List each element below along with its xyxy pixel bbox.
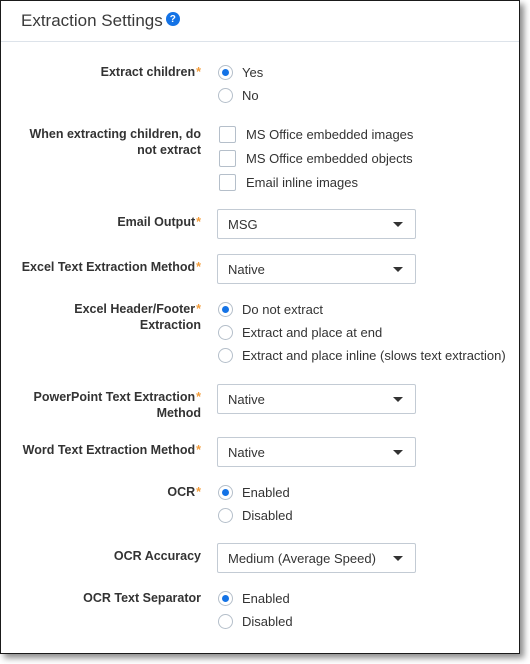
ocr-label: OCR* xyxy=(167,485,201,499)
email-output-select[interactable]: MSG xyxy=(217,209,416,239)
required-marker: * xyxy=(196,443,201,457)
required-marker: * xyxy=(196,302,201,316)
caret-down-icon xyxy=(393,450,403,455)
ocr-separator-enabled-radio[interactable]: Enabled xyxy=(218,589,290,607)
required-marker: * xyxy=(196,390,201,404)
word-method-select[interactable]: Native xyxy=(217,437,416,467)
ocr-accuracy-select[interactable]: Medium (Average Speed) xyxy=(217,543,416,573)
email-output-label: Email Output* xyxy=(117,215,201,229)
radio-checked-icon[interactable] xyxy=(218,64,233,80)
radio-checked-icon[interactable] xyxy=(218,484,233,500)
caret-down-icon xyxy=(393,397,403,402)
checkbox-icon[interactable] xyxy=(219,173,236,191)
radio-unchecked-icon[interactable] xyxy=(218,324,233,340)
ocr-disabled-radio[interactable]: Disabled xyxy=(218,506,293,524)
caret-down-icon xyxy=(393,556,403,561)
ocr-text-separator-label: OCR Text Separator xyxy=(83,591,201,605)
word-method-label: Word Text Extraction Method* xyxy=(22,443,201,457)
extract-place-inline-radio[interactable]: Extract and place inline (slows text ext… xyxy=(218,346,506,364)
required-marker: * xyxy=(196,485,201,499)
caret-down-icon xyxy=(393,222,403,227)
required-marker: * xyxy=(196,215,201,229)
radio-unchecked-icon[interactable] xyxy=(218,347,233,363)
do-not-extract-label: When extracting children, do not extract xyxy=(29,127,201,157)
radio-checked-icon[interactable] xyxy=(218,301,233,317)
ocr-separator-disabled-radio[interactable]: Disabled xyxy=(218,612,293,630)
extraction-settings-panel: Extraction Settings ? Extract children* … xyxy=(0,0,520,654)
do-not-extract-radio[interactable]: Do not extract xyxy=(218,300,323,318)
radio-unchecked-icon[interactable] xyxy=(218,87,233,103)
excel-header-footer-label: Excel Header/Footer* Extraction xyxy=(74,302,201,332)
powerpoint-method-label: PowerPoint Text Extraction* Method xyxy=(33,390,201,420)
radio-unchecked-icon[interactable] xyxy=(218,613,233,629)
ocr-enabled-radio[interactable]: Enabled xyxy=(218,483,290,501)
extract-place-at-end-radio[interactable]: Extract and place at end xyxy=(218,323,382,341)
powerpoint-method-select[interactable]: Native xyxy=(217,384,416,414)
page-title: Extraction Settings xyxy=(21,11,163,30)
caret-down-icon xyxy=(393,267,403,272)
extract-children-yes-radio[interactable]: Yes xyxy=(218,63,263,81)
excel-text-method-label: Excel Text Extraction Method* xyxy=(21,260,201,274)
ms-office-embedded-objects-checkbox[interactable]: MS Office embedded objects xyxy=(219,149,413,167)
excel-text-method-select[interactable]: Native xyxy=(217,254,416,284)
radio-checked-icon[interactable] xyxy=(218,590,233,606)
help-icon[interactable]: ? xyxy=(165,12,180,26)
radio-unchecked-icon[interactable] xyxy=(218,507,233,523)
extract-children-label: Extract children* xyxy=(100,65,201,79)
extract-children-no-radio[interactable]: No xyxy=(218,86,259,104)
checkbox-icon[interactable] xyxy=(219,125,236,143)
required-marker: * xyxy=(196,260,201,274)
checkbox-icon[interactable] xyxy=(219,149,236,167)
email-inline-images-checkbox[interactable]: Email inline images xyxy=(219,173,358,191)
ms-office-embedded-images-checkbox[interactable]: MS Office embedded images xyxy=(219,125,413,143)
required-marker: * xyxy=(196,65,201,79)
ocr-accuracy-label: OCR Accuracy xyxy=(113,549,201,563)
panel-header: Extraction Settings ? xyxy=(1,1,519,42)
